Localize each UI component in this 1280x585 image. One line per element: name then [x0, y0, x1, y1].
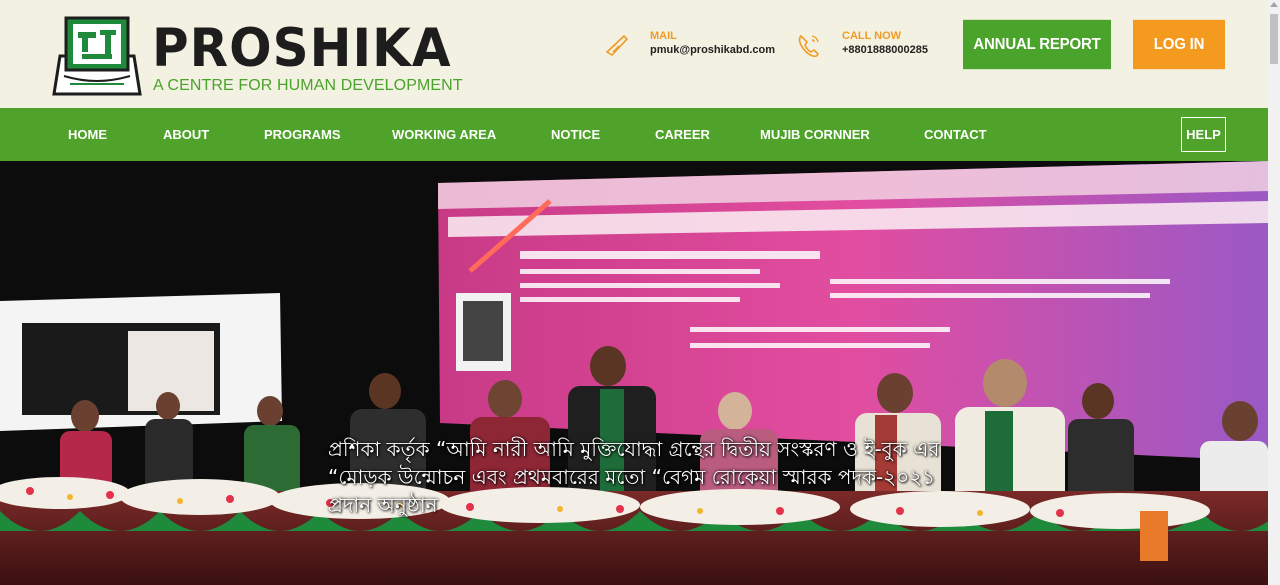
- brand-tagline: A CENTRE FOR HUMAN DEVELOPMENT: [153, 77, 463, 94]
- nav-item-contact[interactable]: CONTACT: [924, 108, 987, 161]
- main-nav: HOME ABOUT PROGRAMS WORKING AREA NOTICE …: [0, 108, 1268, 161]
- hero-slider[interactable]: প্রশিকা কর্তৃক “আমি নারী আমি মুক্তিযোদ্ধ…: [0, 161, 1268, 585]
- phone-icon: [798, 34, 819, 58]
- help-button[interactable]: HELP: [1181, 117, 1226, 152]
- mail-label: MAIL: [650, 30, 677, 42]
- mail-address[interactable]: pmuk@proshikabd.com: [650, 44, 775, 56]
- hero-photo: [0, 161, 1268, 585]
- proshika-logo-emblem[interactable]: [48, 16, 146, 96]
- scroll-up-arrow-icon[interactable]: [1270, 2, 1278, 7]
- nav-item-notice[interactable]: NOTICE: [551, 108, 600, 161]
- phone-number[interactable]: +8801888000285: [842, 44, 928, 56]
- scrollbar-thumb[interactable]: [1270, 14, 1278, 64]
- nav-item-about[interactable]: ABOUT: [163, 108, 209, 161]
- hero-caption: প্রশিকা কর্তৃক “আমি নারী আমি মুক্তিযোদ্ধ…: [328, 437, 940, 517]
- page-scrollbar[interactable]: [1268, 0, 1280, 585]
- nav-item-career[interactable]: CAREER: [655, 108, 710, 161]
- nav-item-working-area[interactable]: WORKING AREA: [392, 108, 496, 161]
- nav-item-programs[interactable]: PROGRAMS: [264, 108, 341, 161]
- nav-item-mujib-cornner[interactable]: MUJIB CORNNER: [760, 108, 870, 161]
- annual-report-button[interactable]: ANNUAL REPORT: [963, 19, 1111, 70]
- mail-icon: [605, 34, 629, 57]
- login-button[interactable]: LOG IN: [1133, 19, 1225, 70]
- page: PROSHIKA A CENTRE FOR HUMAN DEVELOPMENT …: [0, 0, 1280, 585]
- call-label: CALL NOW: [842, 30, 902, 42]
- nav-item-home[interactable]: HOME: [68, 108, 107, 161]
- brand-name: PROSHIKA: [152, 17, 452, 79]
- site-header: PROSHIKA A CENTRE FOR HUMAN DEVELOPMENT …: [0, 0, 1268, 108]
